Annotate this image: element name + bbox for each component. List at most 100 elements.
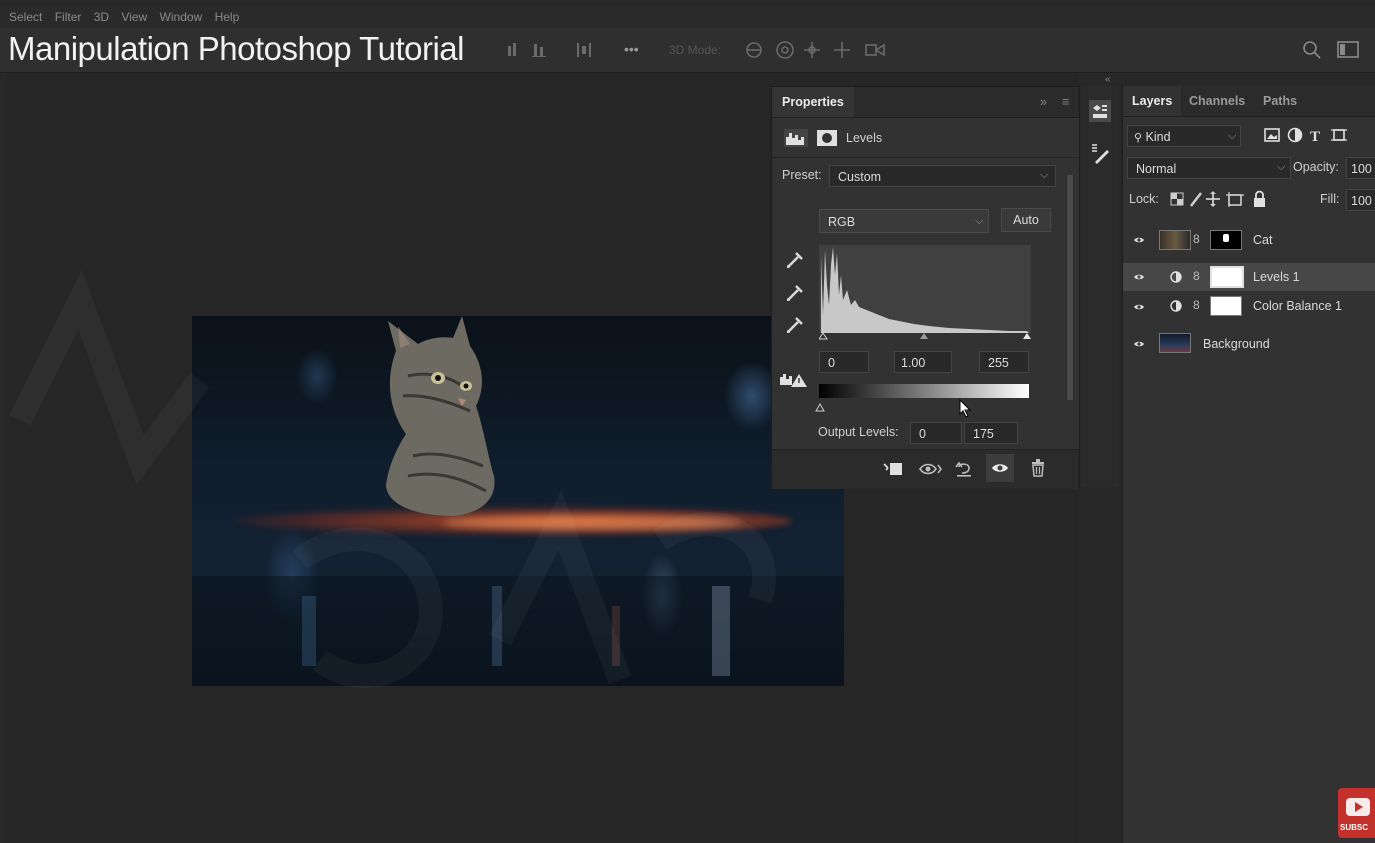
layer-row-background[interactable]: Background	[1123, 330, 1375, 358]
adjustment-name: Levels	[846, 131, 883, 145]
layer-mask-thumbnail[interactable]	[1210, 296, 1242, 316]
clip-to-layer-icon[interactable]	[882, 460, 904, 478]
workspace-icon[interactable]	[1337, 41, 1359, 59]
output-white-value: 175	[973, 427, 994, 441]
fill-field[interactable]: 100	[1346, 189, 1375, 211]
layer-thumbnail	[1159, 333, 1191, 353]
black-eyedropper-icon[interactable]	[784, 249, 806, 271]
search-icon[interactable]	[1302, 40, 1322, 60]
menu-help[interactable]: Help	[215, 6, 240, 28]
preset-value: Custom	[838, 170, 882, 184]
layer-row-levels-1[interactable]: 8 Levels 1	[1123, 263, 1375, 291]
panel-icon-strip: «	[1081, 74, 1119, 487]
layer-name: Cat	[1253, 233, 1273, 247]
input-white-field[interactable]: 255	[979, 351, 1029, 373]
output-black-field[interactable]: 0	[910, 422, 962, 444]
reset-icon[interactable]	[954, 459, 976, 479]
output-black-value: 0	[919, 427, 926, 441]
auto-button[interactable]: Auto	[1001, 208, 1051, 232]
output-white-field[interactable]: 175	[964, 422, 1018, 444]
preset-select[interactable]: Custom	[829, 165, 1056, 187]
layer-mask-thumbnail[interactable]	[1210, 266, 1244, 288]
link-icon[interactable]: 8	[1193, 298, 1200, 312]
trash-icon[interactable]	[1030, 458, 1046, 478]
panel-menu-icon[interactable]: ≡	[1062, 87, 1069, 117]
opacity-label: Opacity:	[1293, 160, 1339, 174]
eye-icon[interactable]	[1133, 234, 1145, 246]
more-options-icon[interactable]: •••	[624, 41, 639, 57]
eye-icon[interactable]	[1133, 338, 1145, 350]
input-black-value: 0	[828, 356, 835, 370]
channel-value: RGB	[828, 215, 856, 229]
blend-mode-select[interactable]: Normal	[1127, 157, 1291, 179]
link-icon[interactable]: 8	[1193, 232, 1200, 246]
menu-3d[interactable]: 3D	[94, 6, 109, 28]
scrollbar-thumb[interactable]	[1067, 175, 1073, 400]
distribute-icon[interactable]	[574, 40, 594, 60]
input-gamma-field[interactable]: 1.00	[894, 351, 952, 373]
output-levels-label: Output Levels:	[818, 425, 899, 439]
layer-name: Color Balance 1	[1253, 299, 1342, 313]
blend-mode-value: Normal	[1136, 162, 1177, 176]
tab-properties[interactable]: Properties	[772, 87, 854, 117]
layers-tab-header: Layers Channels Paths	[1123, 86, 1375, 117]
menu-window[interactable]: Window	[160, 6, 203, 28]
link-icon[interactable]: 8	[1193, 269, 1200, 283]
layer-filter-select[interactable]: ⚲ Kind	[1127, 125, 1241, 147]
search-icon: ⚲	[1134, 132, 1143, 144]
layers-panel: Layers Channels Paths ⚲ Kind ⌵ T Normal …	[1122, 86, 1375, 843]
white-eyedropper-icon[interactable]	[784, 314, 806, 336]
opacity-field[interactable]: 100	[1346, 157, 1375, 179]
view-previous-state-icon[interactable]	[918, 460, 942, 478]
eye-icon[interactable]	[1133, 271, 1145, 283]
chevron-down-icon: ⌵	[1277, 161, 1286, 173]
panel-collapse-icon[interactable]: »	[1040, 87, 1047, 117]
light-streak-highlight	[442, 516, 742, 530]
properties-tab-header: Properties » ≡	[772, 87, 1079, 118]
output-gradient-bar	[819, 384, 1029, 398]
3d-mode-icons[interactable]	[742, 38, 902, 62]
input-gamma-value: 1.00	[901, 356, 926, 370]
menu-select[interactable]: Select	[9, 6, 42, 28]
fill-value: 100	[1351, 194, 1372, 208]
tab-channels[interactable]: Channels	[1189, 86, 1245, 116]
tab-layers[interactable]: Layers	[1123, 86, 1182, 116]
youtube-subscribe-badge[interactable]: SUBSC	[1338, 788, 1375, 838]
lock-icons[interactable]	[1169, 190, 1269, 208]
scrollbar-track[interactable]	[1066, 175, 1074, 400]
align-icons[interactable]	[500, 40, 560, 60]
menu-filter[interactable]: Filter	[55, 6, 82, 28]
fill-label: Fill:	[1320, 192, 1340, 206]
eye-icon[interactable]	[1133, 301, 1145, 313]
layer-row-cat[interactable]: 8 Cat	[1123, 226, 1375, 254]
menu-bar: Select Filter 3D View Window Help	[0, 6, 1375, 28]
filter-kind-label: Kind	[1145, 130, 1171, 144]
chevron-down-icon: ⌵	[975, 215, 984, 227]
3d-mode-label: 3D Mode:	[669, 43, 722, 57]
menu-view[interactable]: View	[121, 6, 147, 28]
filter-type-icons[interactable]: T	[1263, 126, 1375, 146]
cat-image[interactable]	[358, 316, 498, 516]
adjustment-layer-icon	[1170, 271, 1182, 283]
libraries-icon[interactable]	[1089, 100, 1111, 122]
layer-mask-thumbnail[interactable]	[1210, 230, 1242, 250]
tab-paths[interactable]: Paths	[1263, 86, 1297, 116]
layer-name: Background	[1203, 337, 1270, 351]
input-black-field[interactable]: 0	[819, 351, 869, 373]
layer-mask-icon[interactable]	[816, 129, 838, 147]
gray-eyedropper-icon[interactable]	[784, 282, 806, 304]
clipping-warning-icon[interactable]	[779, 371, 809, 389]
wet-road-reflection	[192, 576, 844, 686]
subscribe-text: SUBSC	[1340, 823, 1369, 832]
document-canvas[interactable]	[192, 316, 844, 686]
output-sliders[interactable]	[815, 399, 1035, 413]
channel-select[interactable]: RGB	[819, 209, 989, 233]
levels-histogram	[819, 245, 1031, 340]
brush-settings-icon[interactable]	[1089, 142, 1111, 164]
chevron-down-icon: ⌵	[1228, 130, 1237, 142]
collapse-arrows-icon[interactable]: «	[1105, 74, 1111, 85]
layer-name: Levels 1	[1253, 270, 1300, 284]
layer-row-color-balance-1[interactable]: 8 Color Balance 1	[1123, 293, 1375, 321]
preset-label: Preset:	[782, 168, 822, 182]
toggle-visibility-button[interactable]	[986, 454, 1014, 482]
